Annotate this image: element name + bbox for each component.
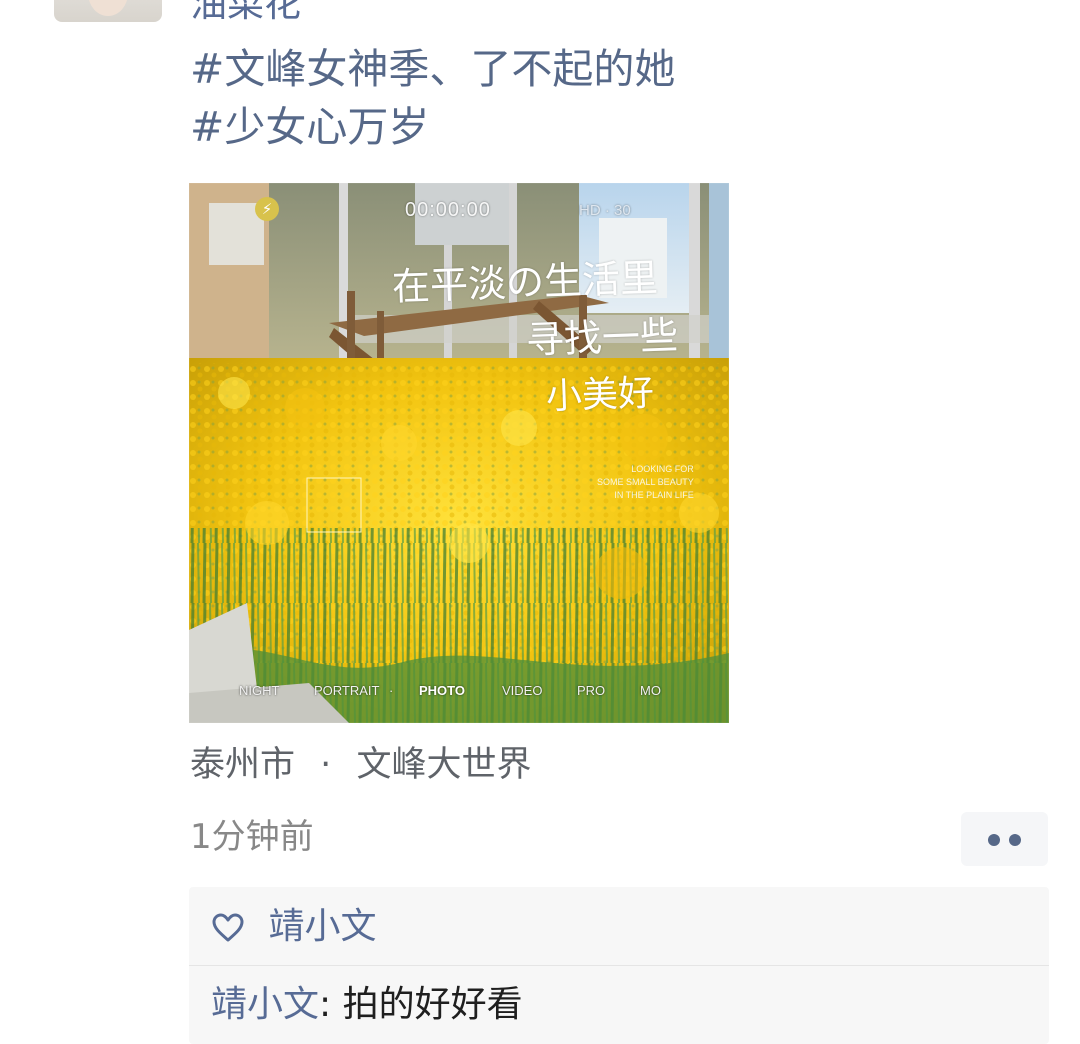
post-time: 1分钟前 <box>190 817 314 857</box>
likes-row: 靖小文 <box>211 905 376 949</box>
camera-timer: 00:00:00 <box>405 199 491 221</box>
camera-quality: HD · 30 <box>579 202 631 219</box>
camera-mode-pro: PRO <box>577 683 606 698</box>
location-city: 泰州市 <box>190 745 296 785</box>
camera-mode-video: VIDEO <box>502 683 543 698</box>
camera-mode-portrait: PORTRAIT <box>314 683 380 698</box>
more-icon-dot <box>1009 834 1021 846</box>
comment-author[interactable]: 靖小文 <box>211 984 319 1025</box>
post-location[interactable]: 泰州市 · 文峰大世界 <box>190 743 531 787</box>
heart-icon <box>212 913 244 942</box>
comment-separator: : <box>319 984 332 1025</box>
post-photo[interactable]: ⚡ 00:00:00 HD · 30 在平淡の生活里 寻找一些 小美好 LOOK… <box>189 183 729 723</box>
handwriting-line-2: 寻找一些 <box>525 313 679 363</box>
author-avatar[interactable] <box>54 0 162 22</box>
caption-line-1: LOOKING FOR <box>631 464 694 474</box>
camera-mode-night: NIGHT <box>239 683 280 698</box>
flash-icon: ⚡ <box>255 197 279 221</box>
more-button[interactable] <box>961 812 1048 866</box>
camera-mode-more: MO <box>640 683 661 698</box>
photo-caption: LOOKING FOR SOME SMALL BEAUTY IN THE PLA… <box>597 463 694 502</box>
comment-divider <box>189 965 1049 966</box>
camera-mode-photo: PHOTO <box>419 683 465 698</box>
comment-text: 拍的好好看 <box>342 984 523 1025</box>
likes-and-comments: 靖小文 靖小文: 拍的好好看 <box>189 887 1049 1044</box>
hashtag-line-2[interactable]: #少女心万岁 <box>190 98 675 156</box>
handwriting-line-1: 在平淡の生活里 <box>391 255 659 309</box>
post-text: #文峰女神季、了不起的她 #少女心万岁 <box>190 40 675 156</box>
location-separator: · <box>320 745 332 785</box>
comment-row[interactable]: 靖小文: 拍的好好看 <box>211 983 523 1027</box>
handwriting-line-3: 小美好 <box>545 372 655 418</box>
photo-handwriting: 在平淡の生活里 寻找一些 小美好 <box>391 248 681 432</box>
author-name[interactable]: 油菜花 <box>190 0 301 24</box>
caption-line-2: SOME SMALL BEAUTY <box>597 477 694 487</box>
camera-modes: NIGHT PORTRAIT · PHOTO VIDEO PRO MO <box>239 683 689 707</box>
moments-post-screen: 油菜花 #文峰女神季、了不起的她 #少女心万岁 ⚡ 00:00:00 HD · … <box>0 0 1080 1044</box>
location-place: 文峰大世界 <box>356 745 532 785</box>
hashtag-line-1[interactable]: #文峰女神季、了不起的她 <box>190 40 675 98</box>
avatar-face <box>88 0 128 16</box>
more-icon-dot <box>988 834 1000 846</box>
caption-line-3: IN THE PLAIN LIFE <box>614 490 694 500</box>
like-user[interactable]: 靖小文 <box>268 906 376 947</box>
camera-mode-separator: · <box>389 683 394 698</box>
